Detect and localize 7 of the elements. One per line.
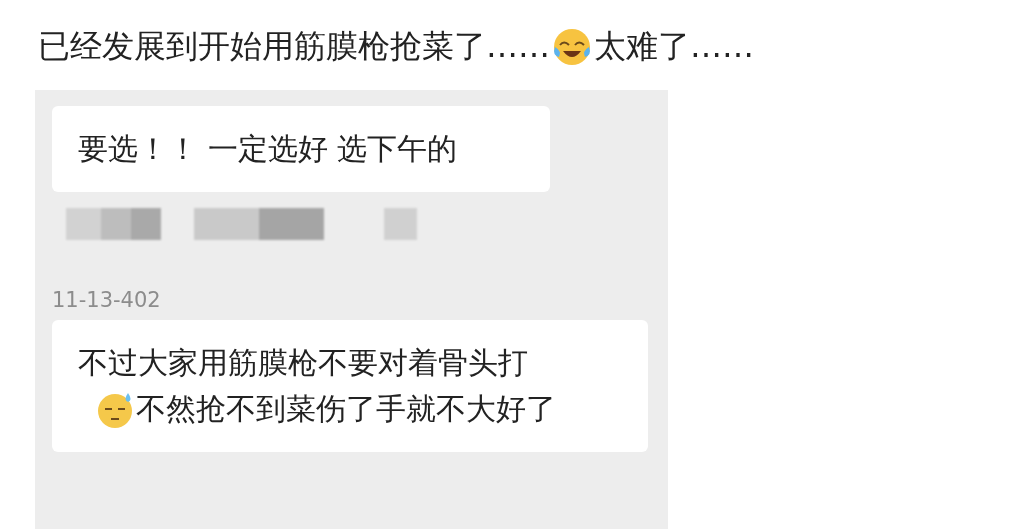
post-caption: 太难了……	[594, 26, 754, 67]
post-caption: 已经发展到开始用筋膜枪抢菜了……	[38, 26, 550, 67]
message-text: 不过大家用筋膜枪不要对着骨头打	[78, 344, 529, 382]
message-text: 不然抢不到菜伤了手就不大好了	[136, 390, 557, 428]
message-bubble: 要选！！ 一定选好 选下午的	[52, 106, 550, 192]
laughing-face-icon	[552, 27, 592, 67]
sender-name: 11-13-402	[52, 288, 161, 312]
